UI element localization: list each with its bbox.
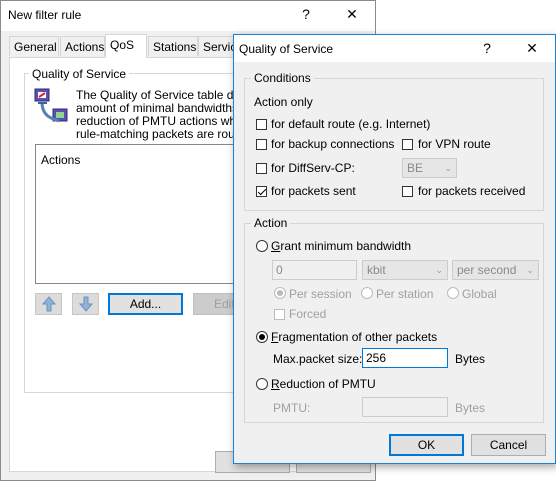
move-up-button[interactable] (35, 293, 62, 315)
window-title: New filter rule (8, 8, 82, 22)
action-groupbox (244, 223, 544, 423)
reduction-pmtu-label[interactable]: Reduction of PMTU (271, 377, 376, 391)
qos-icon (33, 87, 73, 129)
bandwidth-input[interactable]: 0 (272, 260, 357, 280)
groupbox-title: Quality of Service (29, 67, 130, 81)
per-session-label[interactable]: Per session (289, 287, 352, 301)
pmtu-bytes-label: Bytes (455, 401, 486, 415)
per-station-label[interactable]: Per station (376, 287, 433, 301)
max-packet-label: Max.packet size: (273, 352, 363, 366)
help-icon[interactable]: ? (473, 36, 501, 60)
max-packet-input[interactable]: 256 (362, 348, 448, 368)
tab-qos[interactable]: QoS (105, 34, 147, 58)
global-label[interactable]: Global (462, 287, 497, 301)
rate-value: per second (457, 263, 517, 277)
vpn-route-label[interactable]: for VPN route (418, 137, 491, 151)
fragmentation-label[interactable]: Fragmentation of other packets (271, 330, 437, 344)
packets-sent-checkbox[interactable] (256, 186, 267, 197)
arrow-down-icon (79, 296, 93, 312)
move-down-button[interactable] (72, 293, 99, 315)
unit-select[interactable]: kbit ⌄ (362, 260, 448, 280)
reduction-pmtu-radio[interactable] (256, 378, 268, 390)
tab-general[interactable]: General (9, 36, 59, 56)
unit-value: kbit (367, 263, 386, 277)
tab-stations[interactable]: Stations (148, 36, 198, 56)
default-route-checkbox[interactable] (256, 119, 267, 130)
pmtu-input[interactable] (362, 397, 448, 417)
grant-bandwidth-label[interactable]: Grant minimum bandwidth (271, 239, 411, 253)
close-icon[interactable]: ✕ (518, 36, 546, 60)
cancel-button[interactable]: Cancel (471, 434, 546, 456)
title-bar: New filter rule ? ✕ (1, 1, 375, 31)
global-radio[interactable] (447, 287, 459, 299)
packets-sent-label[interactable]: for packets sent (271, 184, 356, 198)
per-session-radio[interactable] (274, 287, 286, 299)
pmtu-label: PMTU: (273, 401, 311, 415)
chevron-down-icon: ⌄ (444, 163, 452, 173)
close-icon[interactable]: ✕ (338, 2, 366, 26)
packets-received-checkbox[interactable] (402, 186, 413, 197)
diffserv-label[interactable]: for DiffServ-CP: (271, 161, 355, 175)
dialog-title: Quality of Service (239, 42, 334, 56)
forced-label[interactable]: Forced (289, 307, 326, 321)
list-header: Actions (41, 153, 81, 167)
per-station-radio[interactable] (361, 287, 373, 299)
bytes-label: Bytes (455, 352, 486, 366)
arrow-up-icon (42, 296, 56, 312)
diffserv-checkbox[interactable] (256, 163, 267, 174)
title-bar: Quality of Service ? ✕ (234, 35, 555, 62)
default-route-label[interactable]: for default route (e.g. Internet) (271, 117, 430, 131)
backup-connections-label[interactable]: for backup connections (271, 137, 394, 151)
action-title: Action (251, 216, 291, 230)
backup-connections-checkbox[interactable] (256, 139, 267, 150)
tab-actions[interactable]: Actions (60, 36, 105, 56)
conditions-title: Conditions (251, 71, 314, 85)
chevron-down-icon: ⌄ (526, 265, 534, 275)
grant-bandwidth-radio[interactable] (256, 240, 268, 252)
quality-of-service-dialog: Quality of Service ? ✕ Conditions Action… (233, 34, 556, 464)
packets-received-label[interactable]: for packets received (418, 184, 525, 198)
action-only-label: Action only (254, 95, 313, 109)
radio-dot (277, 290, 283, 296)
forced-checkbox[interactable] (274, 309, 285, 320)
diffserv-value: BE (407, 161, 424, 175)
tab-services[interactable]: Servic (198, 36, 238, 56)
diffserv-select[interactable]: BE ⌄ (402, 158, 457, 178)
vpn-route-checkbox[interactable] (402, 139, 413, 150)
add-button[interactable]: Add... (108, 293, 183, 315)
help-icon[interactable]: ? (292, 2, 320, 26)
chevron-down-icon: ⌄ (435, 265, 443, 275)
rate-select[interactable]: per second ⌄ (452, 260, 539, 280)
fragmentation-radio[interactable] (256, 331, 268, 343)
ok-button[interactable]: OK (389, 434, 464, 456)
